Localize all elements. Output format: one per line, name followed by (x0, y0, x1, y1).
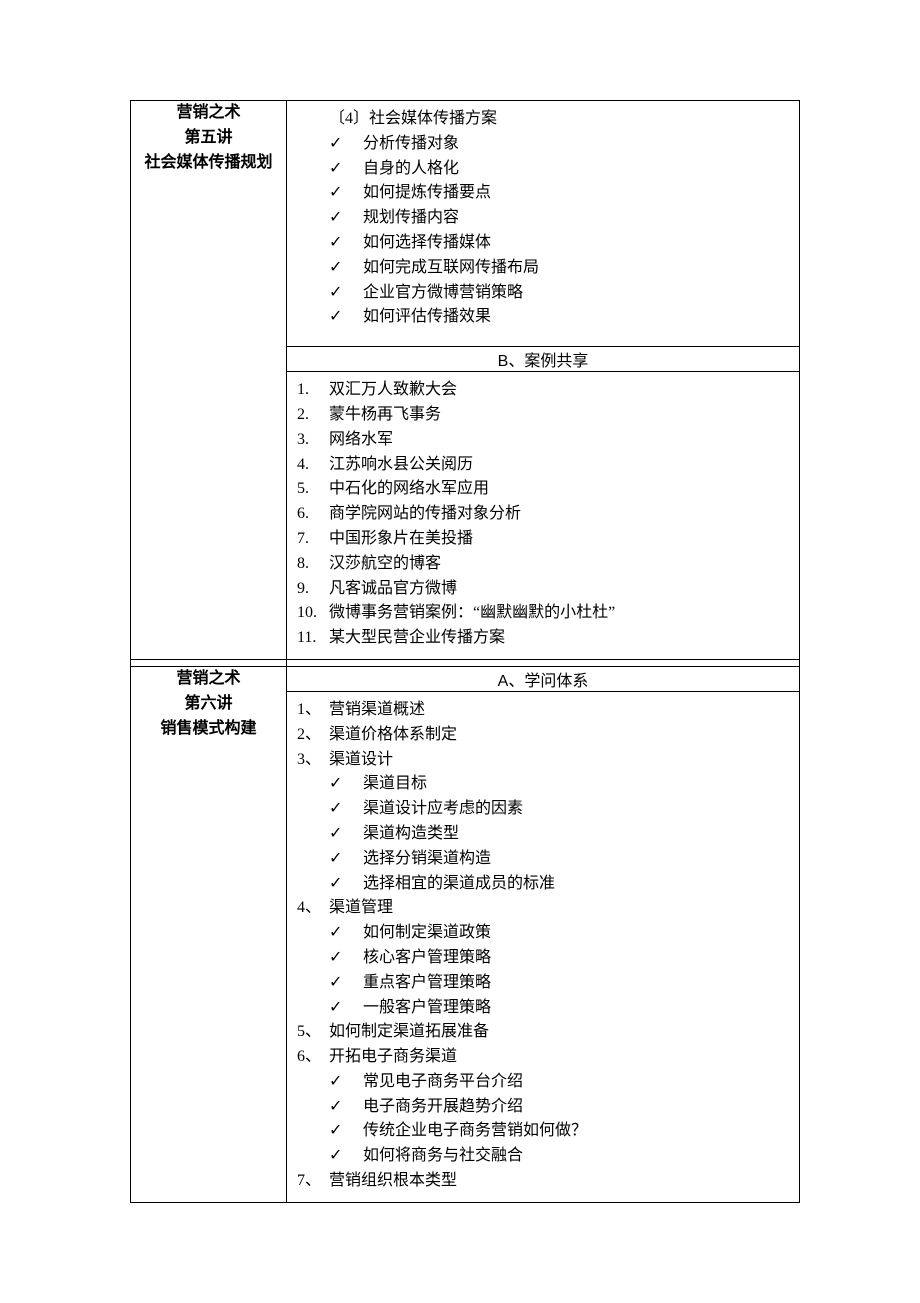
check-icon: ✓ (329, 157, 363, 182)
check-item: ✓如何制定渠道政策 (297, 921, 789, 946)
numbered-item: 2、渠道价格体系制定 (297, 723, 789, 748)
check-icon: ✓ (329, 231, 363, 256)
case-item: 4.江苏响水县公关阅历 (297, 453, 789, 478)
check-item: ✓如何选择传播媒体 (297, 231, 789, 256)
check-icon: ✓ (329, 281, 363, 306)
check-icon: ✓ (329, 996, 363, 1021)
check-item: ✓常见电子商务平台介绍 (297, 1070, 789, 1095)
side-line: 销售模式构建 (131, 717, 286, 742)
outline-table: 营销之术 第五讲 社会媒体传播规划 〔4〕社会媒体传播方案 ✓分析传播对象 ✓自… (130, 100, 800, 1203)
check-item: ✓分析传播对象 (297, 132, 789, 157)
check-icon: ✓ (329, 921, 363, 946)
check-item: ✓一般客户管理策略 (297, 996, 789, 1021)
check-item: ✓渠道目标 (297, 772, 789, 797)
side-line: 营销之术 (131, 667, 286, 692)
case-item: 8.汉莎航空的博客 (297, 552, 789, 577)
check-icon: ✓ (329, 256, 363, 281)
case-item: 7.中国形象片在美投播 (297, 527, 789, 552)
lecture5-cases: 1.双汇万人致歉大会 2.蒙牛杨再飞事务 3.网络水军 4.江苏响水县公关阅历 … (287, 372, 800, 660)
numbered-item: 1、营销渠道概述 (297, 698, 789, 723)
check-icon: ✓ (329, 181, 363, 206)
check-icon: ✓ (329, 772, 363, 797)
check-item: ✓如何完成互联网传播布局 (297, 256, 789, 281)
check-icon: ✓ (329, 822, 363, 847)
check-item: ✓核心客户管理策略 (297, 946, 789, 971)
side-line: 第五讲 (131, 126, 286, 151)
lecture5-side-label: 营销之术 第五讲 社会媒体传播规划 (131, 101, 287, 660)
check-item: ✓重点客户管理策略 (297, 971, 789, 996)
numbered-item: 3、渠道设计 (297, 748, 789, 773)
check-item: ✓如何将商务与社交融合 (297, 1144, 789, 1169)
check-item: ✓渠道设计应考虑的因素 (297, 797, 789, 822)
separator-row (131, 659, 800, 666)
lecture6-side-label: 营销之术 第六讲 销售模式构建 (131, 666, 287, 1202)
check-icon: ✓ (329, 872, 363, 897)
check-icon: ✓ (329, 1070, 363, 1095)
side-line: 社会媒体传播规划 (131, 151, 286, 176)
check-icon: ✓ (329, 1144, 363, 1169)
side-line: 营销之术 (131, 101, 286, 126)
check-item: ✓企业官方微博营销策略 (297, 281, 789, 306)
case-item: 2.蒙牛杨再飞事务 (297, 403, 789, 428)
document-page: 营销之术 第五讲 社会媒体传播规划 〔4〕社会媒体传播方案 ✓分析传播对象 ✓自… (0, 0, 920, 1303)
numbered-item: 4、渠道管理 (297, 896, 789, 921)
check-item: ✓选择分销渠道构造 (297, 847, 789, 872)
check-item: ✓传统企业电子商务营销如何做？ (297, 1119, 789, 1144)
numbered-item: 5、如何制定渠道拓展准备 (297, 1020, 789, 1045)
lecture6-content: 1、营销渠道概述 2、渠道价格体系制定 3、渠道设计 ✓渠道目标 ✓渠道设计应考… (287, 691, 800, 1202)
check-item: ✓选择相宜的渠道成员的标准 (297, 872, 789, 897)
check-icon: ✓ (329, 946, 363, 971)
check-item: ✓规划传播内容 (297, 206, 789, 231)
check-icon: ✓ (329, 1095, 363, 1120)
case-item: 11.某大型民营企业传播方案 (297, 626, 789, 651)
check-icon: ✓ (329, 847, 363, 872)
case-item: 3.网络水军 (297, 428, 789, 453)
section-b-header: B、案例共享 (287, 347, 800, 372)
case-item: 5.中石化的网络水军应用 (297, 477, 789, 502)
check-item: ✓如何提炼传播要点 (297, 181, 789, 206)
section-a-header: A、学问体系 (287, 666, 800, 691)
case-item: 6.商学院网站的传播对象分析 (297, 502, 789, 527)
numbered-item: 7、营销组织根本类型 (297, 1169, 789, 1194)
lecture5-content-top: 〔4〕社会媒体传播方案 ✓分析传播对象 ✓自身的人格化 ✓如何提炼传播要点 ✓规… (287, 101, 800, 347)
check-icon: ✓ (329, 1119, 363, 1144)
case-item: 10.微博事务营销案例：“幽默幽默的小杜杜” (297, 601, 789, 626)
numbered-item: 6、开拓电子商务渠道 (297, 1045, 789, 1070)
check-icon: ✓ (329, 132, 363, 157)
check-icon: ✓ (329, 206, 363, 231)
check-icon: ✓ (329, 305, 363, 330)
check-icon: ✓ (329, 971, 363, 996)
check-item: ✓渠道构造类型 (297, 822, 789, 847)
subsection-title: 〔4〕社会媒体传播方案 (297, 107, 789, 132)
check-item: ✓自身的人格化 (297, 157, 789, 182)
check-icon: ✓ (329, 797, 363, 822)
side-line: 第六讲 (131, 692, 286, 717)
check-item: ✓电子商务开展趋势介绍 (297, 1095, 789, 1120)
check-item: ✓如何评估传播效果 (297, 305, 789, 330)
case-item: 1.双汇万人致歉大会 (297, 378, 789, 403)
case-item: 9.凡客诚品官方微博 (297, 577, 789, 602)
